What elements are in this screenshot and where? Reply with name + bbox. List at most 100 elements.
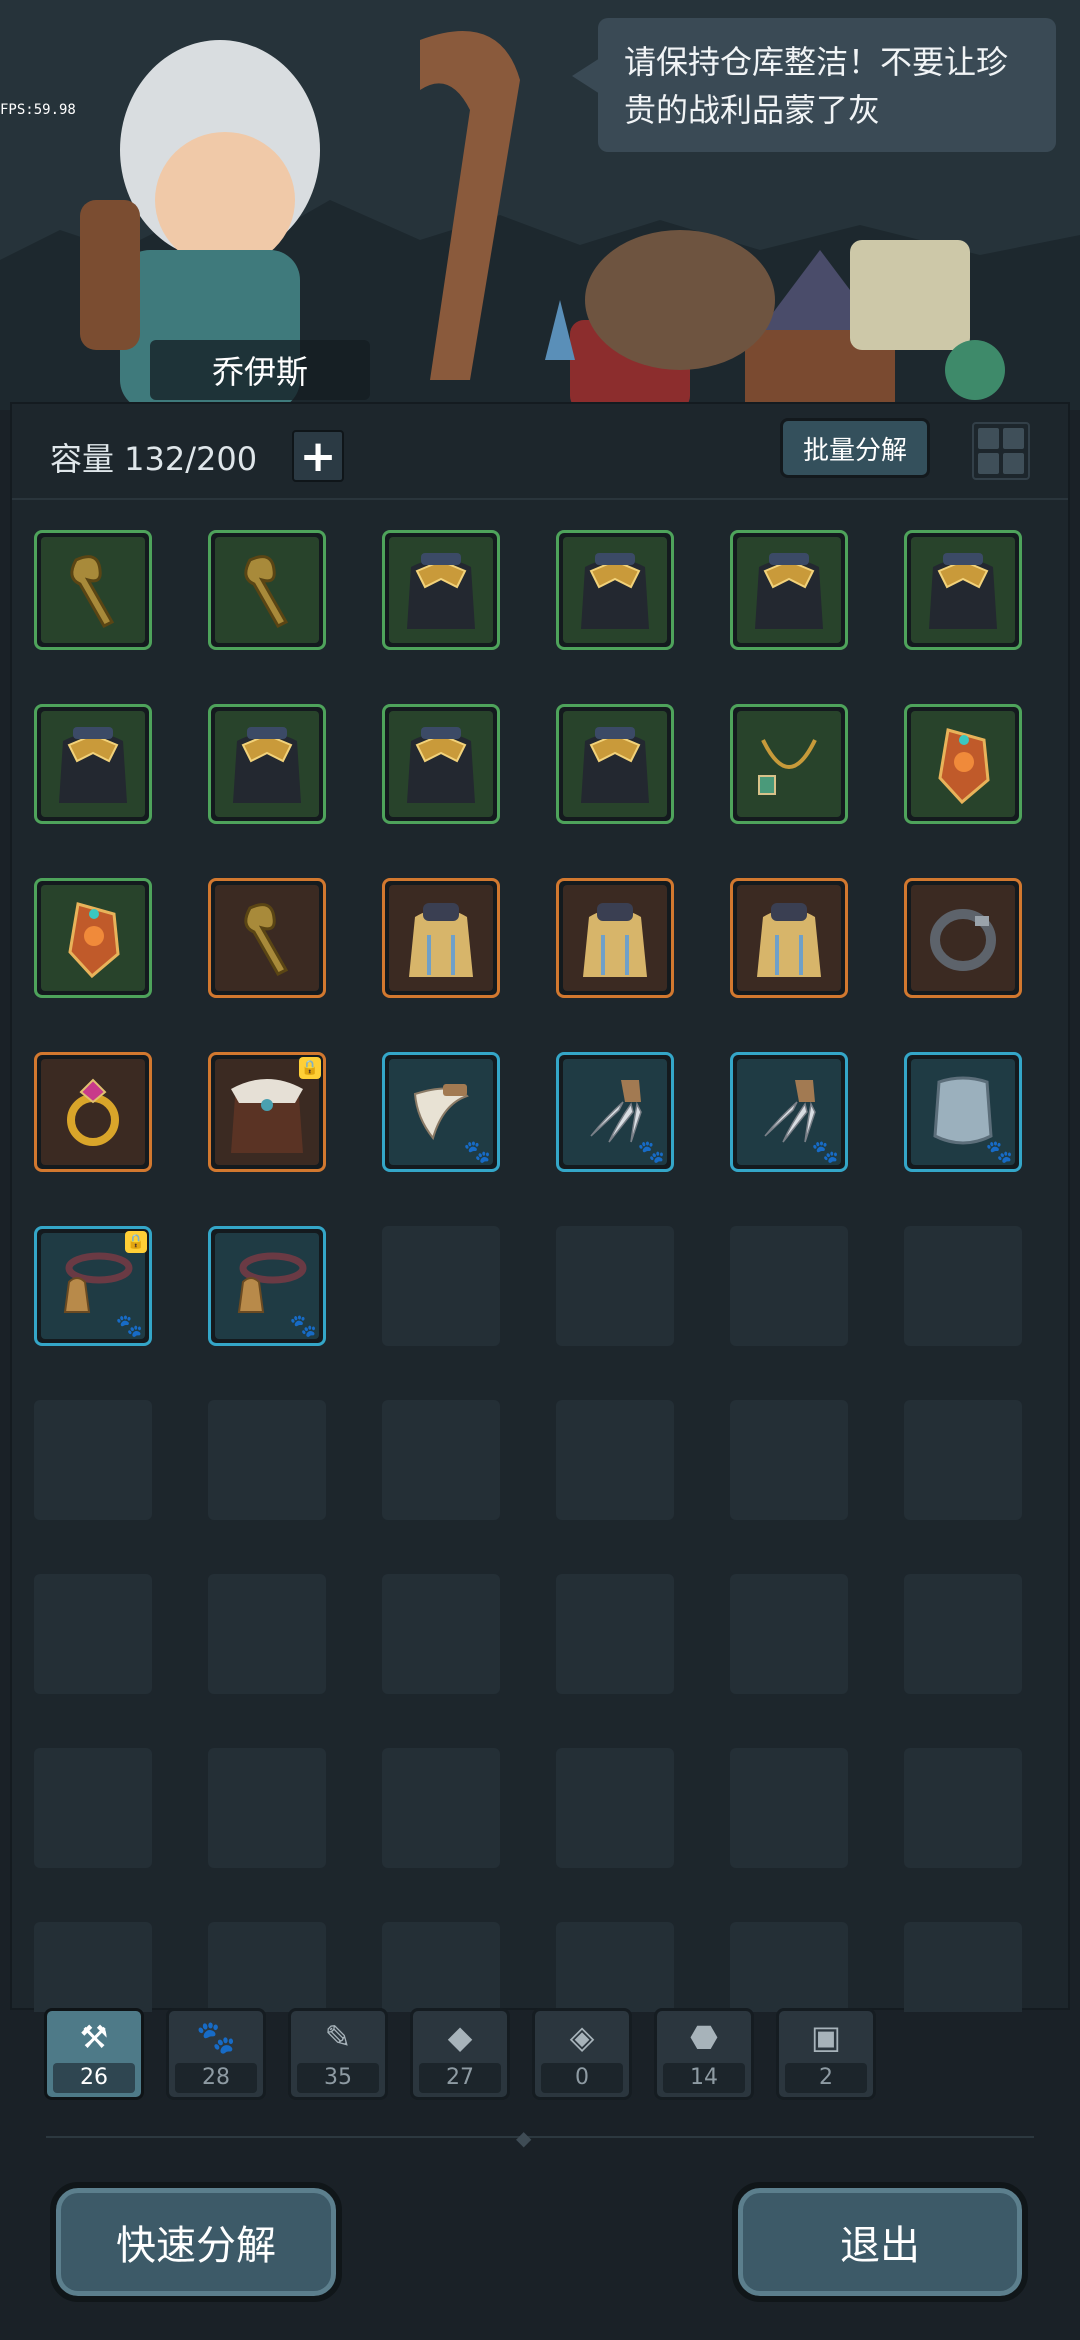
inventory-row	[34, 1748, 1054, 1868]
inventory-slot-blue-item[interactable]: 🔒 🐾	[34, 1226, 152, 1346]
inventory-slot-blue-item[interactable]: 🐾	[904, 1052, 1022, 1172]
category-tab-rune-stone[interactable]: ◈ 0	[532, 2008, 632, 2100]
cloak-icon	[737, 537, 841, 643]
cloak-icon	[389, 537, 493, 643]
inventory-slot-empty	[904, 1226, 1022, 1346]
inventory-slot-green-item[interactable]	[208, 704, 326, 824]
inventory-slot-orange-item[interactable]	[382, 878, 500, 998]
inventory-slot-empty	[208, 1748, 326, 1868]
pet-paw-icon: 🐾	[463, 1140, 491, 1165]
inventory-slot-green-item[interactable]	[34, 878, 152, 998]
gem-charm-icon	[911, 711, 1015, 817]
category-count: 35	[296, 2063, 380, 2093]
inventory-slot-empty	[556, 1400, 674, 1520]
inventory-slot-empty	[208, 1922, 326, 2012]
inventory-slot-green-item[interactable]	[556, 704, 674, 824]
pet-paw-icon: 🐾	[985, 1140, 1013, 1165]
inventory-slot-blue-item[interactable]: 🐾	[730, 1052, 848, 1172]
chest-icon: ▣	[810, 2018, 842, 2056]
category-count: 27	[418, 2063, 502, 2093]
category-tab-ore[interactable]: ⬣ 14	[654, 2008, 754, 2100]
exit-button[interactable]: 退出	[732, 2182, 1028, 2302]
inventory-slot-empty	[382, 1748, 500, 1868]
grid-view-icon	[978, 428, 999, 449]
inventory-slot-empty	[34, 1400, 152, 1520]
inventory-row: 🔒 🐾 🐾	[34, 1226, 1054, 1346]
scroll-icon: ✎	[324, 2018, 352, 2056]
inventory-slot-orange-item[interactable]	[34, 1052, 152, 1172]
inventory-slot-empty	[904, 1400, 1022, 1520]
weapon-tools-icon: ⚒	[79, 2018, 109, 2056]
inventory-slot-empty	[382, 1574, 500, 1694]
cloak-icon	[215, 711, 319, 817]
inventory-row	[34, 704, 1054, 824]
fps-counter: FPS:59.98	[0, 102, 76, 118]
robe-icon	[389, 885, 493, 991]
inventory-row	[34, 1400, 1054, 1520]
pet-paw-icon: 🐾	[115, 1314, 143, 1339]
inventory-row: 🔒 🐾 🐾 🐾 🐾	[34, 1052, 1054, 1172]
category-count: 0	[540, 2063, 624, 2093]
staff-icon	[215, 537, 319, 643]
inventory-slot-empty	[382, 1922, 500, 2012]
ore-icon: ⬣	[690, 2018, 718, 2056]
cloak-icon	[563, 537, 667, 643]
inventory-slot-green-item[interactable]	[208, 530, 326, 650]
inventory-slot-empty	[904, 1574, 1022, 1694]
pet-paw-icon: 🐾	[289, 1314, 317, 1339]
inventory-slot-empty	[730, 1400, 848, 1520]
gold-ring-icon	[41, 1059, 145, 1165]
diamond-icon: ◆	[447, 2018, 473, 2056]
batch-decompose-button[interactable]: 批量分解	[780, 418, 930, 478]
inventory-slot-green-item[interactable]	[34, 530, 152, 650]
add-capacity-button[interactable]: +	[292, 430, 344, 482]
quick-decompose-button[interactable]: 快速分解	[50, 2182, 342, 2302]
inventory-panel: 容量 132/200 + 批量分解 🔒 🐾 🐾 🐾 🐾 🔒 🐾 🐾	[10, 402, 1070, 2012]
inventory-slot-empty	[730, 1922, 848, 2012]
npc-name: 乔伊斯	[150, 340, 370, 400]
inventory-slot-green-item[interactable]	[382, 530, 500, 650]
inventory-slot-green-item[interactable]	[730, 530, 848, 650]
inventory-slot-orange-item[interactable]	[208, 878, 326, 998]
staff-icon	[215, 885, 319, 991]
inventory-slot-green-item[interactable]	[904, 530, 1022, 650]
inventory-slot-empty	[208, 1574, 326, 1694]
footer-divider	[46, 2136, 1034, 2138]
inventory-slot-empty	[730, 1748, 848, 1868]
category-tab-paw[interactable]: 🐾 28	[166, 2008, 266, 2100]
gem-charm-icon	[41, 885, 145, 991]
category-tab-chest[interactable]: ▣ 2	[776, 2008, 876, 2100]
npc-speech-bubble: 请保持仓库整洁！不要让珍贵的战利品蒙了灰	[572, 18, 1056, 152]
category-tabs: ⚒ 26 🐾 28 ✎ 35 ◆ 27 ◈ 0 ⬣ 14 ▣ 2	[44, 2008, 876, 2100]
category-tab-diamond[interactable]: ◆ 27	[410, 2008, 510, 2100]
inventory-slot-blue-item[interactable]: 🐾	[556, 1052, 674, 1172]
inventory-slot-blue-item[interactable]: 🐾	[208, 1226, 326, 1346]
category-count: 26	[52, 2063, 136, 2093]
category-count: 28	[174, 2063, 258, 2093]
inventory-slot-green-item[interactable]	[556, 530, 674, 650]
inventory-row	[34, 1922, 1054, 2012]
inventory-slot-green-item[interactable]	[730, 704, 848, 824]
inventory-slot-green-item[interactable]	[904, 704, 1022, 824]
inventory-slot-green-item[interactable]	[34, 704, 152, 824]
inventory-slot-empty	[382, 1400, 500, 1520]
grid-view-toggle[interactable]	[972, 422, 1030, 480]
inventory-slot-empty	[730, 1574, 848, 1694]
inventory-slot-orange-item[interactable]	[730, 878, 848, 998]
inventory-slot-empty	[34, 1748, 152, 1868]
inventory-slot-orange-item[interactable]	[904, 878, 1022, 998]
inventory-slot-orange-item[interactable]: 🔒	[208, 1052, 326, 1172]
npc-banner: FPS:59.98 请保持仓库整洁！不要让珍贵的战利品蒙了灰 乔伊斯	[0, 0, 1080, 410]
category-tab-weapon-tools[interactable]: ⚒ 26	[44, 2008, 144, 2100]
category-tab-scroll[interactable]: ✎ 35	[288, 2008, 388, 2100]
robe-icon	[563, 885, 667, 991]
capacity-label: 容量 132/200	[50, 440, 258, 478]
inventory-slot-blue-item[interactable]: 🐾	[382, 1052, 500, 1172]
inventory-slot-green-item[interactable]	[382, 704, 500, 824]
ring-icon	[911, 885, 1015, 991]
pet-paw-icon: 🐾	[637, 1140, 665, 1165]
divider-ornament-icon: ◆	[516, 2126, 532, 2150]
inventory-slot-empty	[556, 1574, 674, 1694]
pet-paw-icon: 🐾	[811, 1140, 839, 1165]
inventory-slot-orange-item[interactable]	[556, 878, 674, 998]
